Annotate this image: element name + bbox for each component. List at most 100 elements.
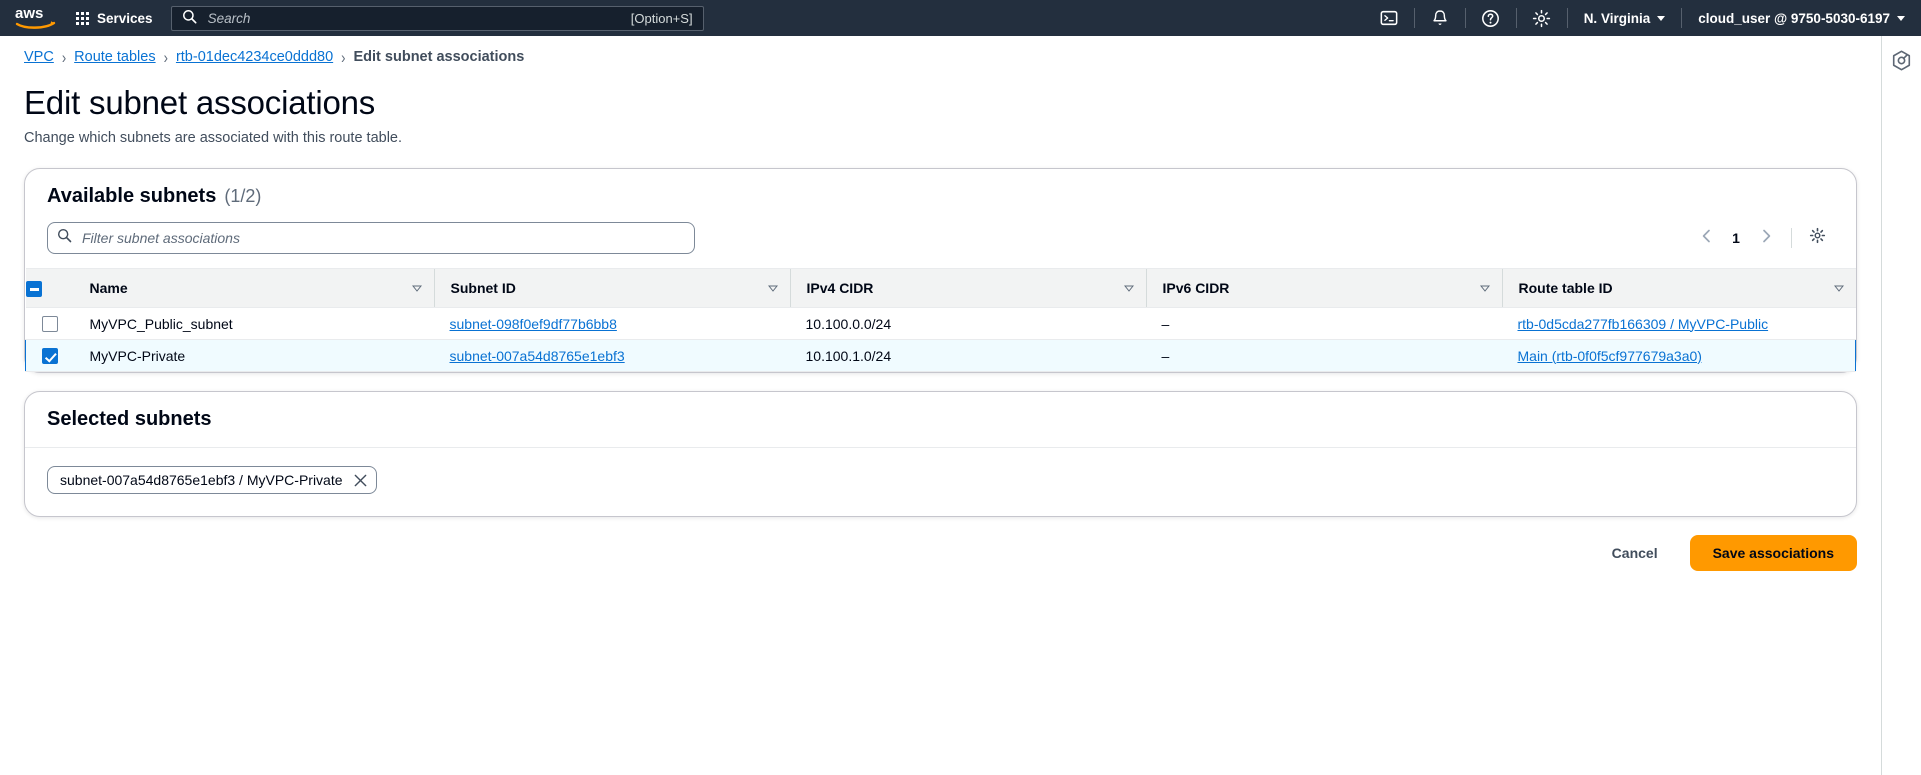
available-subnets-card: Available subnets (1/2) Filter subnet as… bbox=[24, 168, 1857, 373]
selected-subnets-token-list: subnet-007a54d8765e1ebf3 / MyVPC-Private bbox=[25, 448, 1856, 516]
page-title: Edit subnet associations bbox=[24, 84, 376, 121]
top-navigation-bar: aws Services [Option+S] bbox=[0, 0, 1921, 36]
global-search[interactable]: [Option+S] bbox=[170, 5, 704, 31]
cloudshell-icon[interactable] bbox=[1364, 0, 1414, 36]
settings-gear-icon[interactable] bbox=[1517, 0, 1567, 36]
region-selector[interactable]: N. Virginia bbox=[1568, 0, 1682, 36]
breadcrumb-item-route-table-id[interactable]: rtb-01dec4234ce0ddd80 bbox=[176, 49, 333, 65]
table-row[interactable]: MyVPC_Public_subnet subnet-098f0ef9df77b… bbox=[25, 307, 1856, 340]
table-row[interactable]: MyVPC-Private subnet-007a54d8765e1ebf3 1… bbox=[25, 339, 1856, 372]
services-menu-button[interactable]: Services bbox=[62, 0, 167, 36]
search-shortcut-hint: [Option+S] bbox=[630, 10, 693, 26]
cell-ipv6-cidr: – bbox=[1145, 339, 1502, 372]
table-preferences-button[interactable] bbox=[1802, 223, 1832, 253]
svg-text:aws: aws bbox=[15, 5, 43, 22]
cell-ipv6-cidr: – bbox=[1145, 307, 1502, 340]
column-header-ipv6-cidr[interactable]: IPv6 CIDR bbox=[1145, 268, 1502, 308]
column-header-subnet-id[interactable]: Subnet ID bbox=[433, 268, 790, 308]
selected-subnets-title: Selected subnets bbox=[25, 392, 1856, 448]
account-menu[interactable]: cloud_user @ 9750-5030-6197 bbox=[1682, 0, 1921, 36]
main-content: VPC › Route tables › rtb-01dec4234ce0ddd… bbox=[0, 36, 1881, 775]
row-checkbox[interactable] bbox=[41, 316, 58, 333]
region-label: N. Virginia bbox=[1583, 10, 1651, 26]
available-subnets-table: Name Subnet ID IPv4 CIDR IPv6 CIDR Route… bbox=[25, 268, 1856, 372]
cell-ipv4-cidr: 10.100.1.0/24 bbox=[789, 339, 1146, 372]
breadcrumb: VPC › Route tables › rtb-01dec4234ce0ddd… bbox=[0, 36, 1881, 76]
grid-icon bbox=[76, 11, 89, 25]
right-side-panel bbox=[1881, 36, 1921, 775]
route-table-link[interactable]: Main (rtb-0f0f5cf977679a3a0) bbox=[1518, 348, 1702, 364]
chevron-right-icon bbox=[1761, 229, 1772, 248]
pagination-next-button[interactable] bbox=[1751, 223, 1781, 253]
cell-route-table-id: rtb-0d5cda277fb166309 / MyVPC-Public bbox=[1501, 307, 1856, 340]
chevron-left-icon bbox=[1701, 229, 1712, 248]
cell-subnet-id: subnet-007a54d8765e1ebf3 bbox=[433, 339, 790, 372]
cell-name: MyVPC-Private bbox=[73, 339, 434, 372]
sort-descending-icon[interactable] bbox=[1479, 285, 1490, 292]
route-table-link[interactable]: rtb-0d5cda277fb166309 / MyVPC-Public bbox=[1518, 316, 1769, 332]
subnet-id-link[interactable]: subnet-098f0ef9df77b6bb8 bbox=[450, 316, 617, 332]
sort-descending-icon[interactable] bbox=[411, 285, 422, 292]
breadcrumb-item-current: Edit subnet associations bbox=[353, 49, 525, 65]
account-label: cloud_user @ 9750-5030-6197 bbox=[1698, 10, 1890, 26]
table-toolbar: 1 bbox=[25, 208, 1856, 268]
divider bbox=[1791, 228, 1792, 248]
sort-descending-icon[interactable] bbox=[767, 285, 778, 292]
column-header-ipv4-cidr[interactable]: IPv4 CIDR bbox=[789, 268, 1146, 308]
cell-ipv4-cidr: 10.100.0.0/24 bbox=[789, 307, 1146, 340]
breadcrumb-item-vpc[interactable]: VPC bbox=[24, 49, 54, 65]
column-header-label: IPv6 CIDR bbox=[1162, 280, 1230, 296]
selected-subnet-token[interactable]: subnet-007a54d8765e1ebf3 / MyVPC-Private bbox=[47, 466, 377, 494]
available-subnets-header: Available subnets (1/2) bbox=[25, 169, 1856, 208]
token-label: subnet-007a54d8765e1ebf3 / MyVPC-Private bbox=[60, 472, 343, 488]
cancel-button[interactable]: Cancel bbox=[1594, 537, 1676, 569]
top-nav-right-cluster: N. Virginia cloud_user @ 9750-5030-6197 bbox=[1364, 0, 1921, 36]
cell-subnet-id: subnet-098f0ef9df77b6bb8 bbox=[433, 307, 790, 340]
select-all-header-cell bbox=[25, 268, 74, 308]
save-associations-button[interactable]: Save associations bbox=[1689, 535, 1857, 571]
chevron-down-icon bbox=[1657, 15, 1666, 21]
page-body: VPC › Route tables › rtb-01dec4234ce0ddd… bbox=[0, 36, 1921, 775]
sort-descending-icon[interactable] bbox=[1833, 285, 1844, 292]
search-icon bbox=[182, 9, 197, 27]
pagination-previous-button[interactable] bbox=[1691, 223, 1721, 253]
column-header-label: Subnet ID bbox=[450, 280, 516, 296]
gear-icon bbox=[1809, 227, 1826, 249]
column-header-label: IPv4 CIDR bbox=[806, 280, 874, 296]
column-header-route-table-id[interactable]: Route table ID bbox=[1501, 268, 1856, 308]
row-checkbox[interactable] bbox=[42, 348, 58, 365]
close-icon[interactable] bbox=[353, 473, 368, 488]
services-label: Services bbox=[97, 10, 153, 26]
global-search-input[interactable] bbox=[205, 9, 622, 27]
breadcrumb-item-route-tables[interactable]: Route tables bbox=[74, 49, 155, 65]
bell-icon[interactable] bbox=[1415, 0, 1465, 36]
pagination-page-1[interactable]: 1 bbox=[1723, 223, 1749, 253]
form-actions: Cancel Save associations bbox=[0, 517, 1881, 571]
cell-name: MyVPC_Public_subnet bbox=[73, 307, 434, 340]
help-panel-icon[interactable] bbox=[1892, 50, 1911, 76]
selected-subnets-card: Selected subnets subnet-007a54d8765e1ebf… bbox=[24, 391, 1857, 517]
cell-route-table-id: Main (rtb-0f0f5cf977679a3a0) bbox=[1501, 339, 1856, 372]
breadcrumb-separator: › bbox=[163, 47, 168, 67]
table-body: MyVPC_Public_subnet subnet-098f0ef9df77b… bbox=[25, 307, 1856, 372]
subnet-id-link[interactable]: subnet-007a54d8765e1ebf3 bbox=[450, 348, 625, 364]
filter-input[interactable] bbox=[47, 222, 695, 254]
column-header-label: Name bbox=[89, 280, 128, 296]
row-select-cell bbox=[25, 339, 74, 372]
page-description: Change which subnets are associated with… bbox=[24, 130, 403, 146]
row-select-cell bbox=[25, 307, 74, 340]
breadcrumb-separator: › bbox=[341, 47, 346, 67]
pagination: 1 bbox=[1691, 223, 1834, 253]
select-all-checkbox[interactable] bbox=[25, 280, 42, 297]
breadcrumb-separator: › bbox=[61, 47, 67, 67]
table-header-row: Name Subnet ID IPv4 CIDR IPv6 CIDR Route… bbox=[25, 268, 1856, 308]
question-circle-icon[interactable] bbox=[1466, 0, 1516, 36]
page-header: Edit subnet associations Change which su… bbox=[0, 76, 1881, 146]
aws-logo[interactable]: aws bbox=[0, 5, 62, 31]
column-header-name[interactable]: Name bbox=[73, 268, 434, 308]
table-header: Name Subnet ID IPv4 CIDR IPv6 CIDR Route… bbox=[25, 268, 1856, 308]
column-header-label: Route table ID bbox=[1518, 280, 1613, 296]
filter-subnet-associations[interactable] bbox=[47, 222, 695, 254]
available-subnets-title: Available subnets bbox=[47, 185, 217, 207]
sort-descending-icon[interactable] bbox=[1123, 285, 1134, 292]
